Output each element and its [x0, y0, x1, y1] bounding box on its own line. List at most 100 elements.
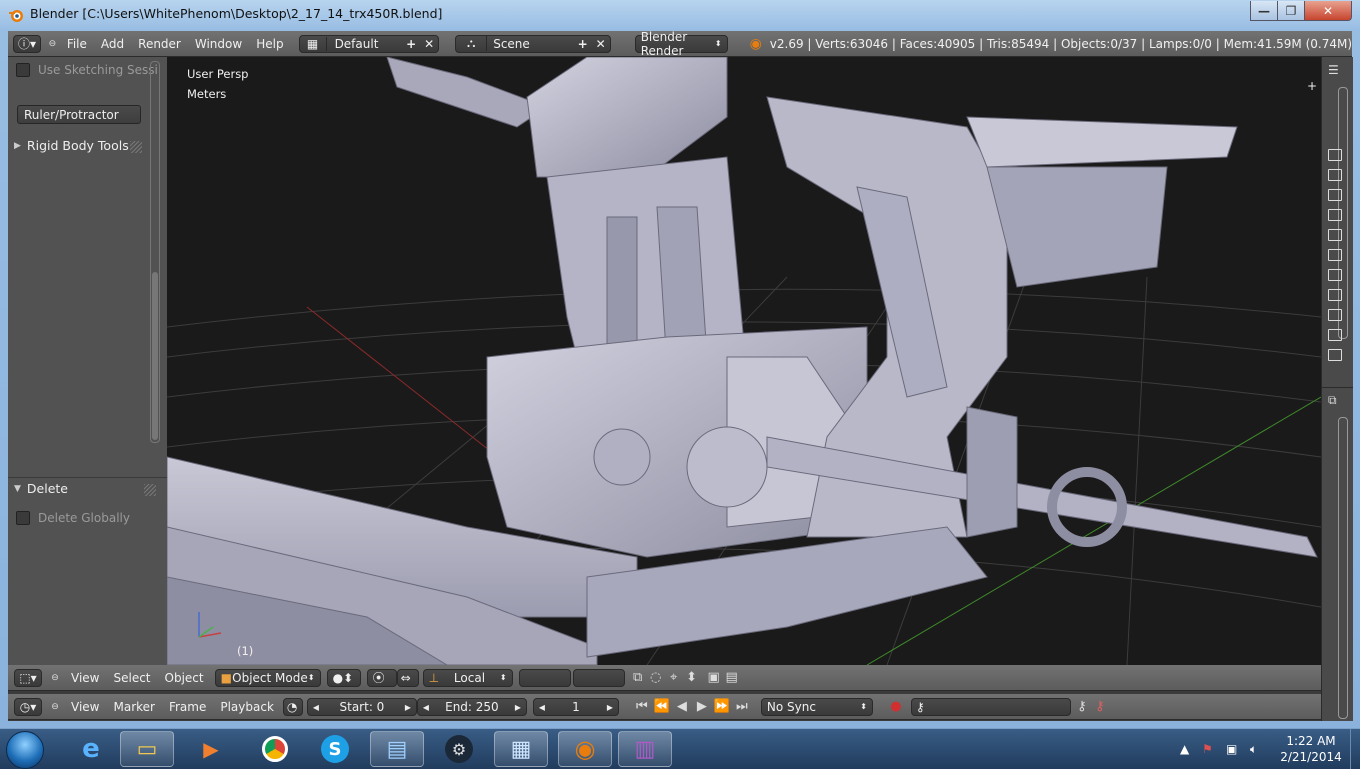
preview-range-toggle[interactable]: ◔ — [282, 697, 303, 716]
use-sketching-checkbox[interactable] — [16, 63, 30, 77]
action-center-icon[interactable]: ⚑ — [1202, 742, 1213, 756]
start-button[interactable] — [6, 731, 44, 769]
viewport-shading-selector[interactable]: ●⬍ — [326, 668, 361, 687]
menu-add[interactable]: Add — [94, 37, 131, 51]
object-visibility-icon[interactable] — [1328, 229, 1342, 241]
panel-grip-icon[interactable] — [130, 141, 142, 153]
use-sketching-row[interactable]: Use Sketching Sessi — [16, 63, 158, 77]
play-icon[interactable]: ▶ — [693, 698, 711, 716]
transform-orientation-selector[interactable]: ⊥ Local ⬍ — [422, 668, 513, 687]
scrollbar-thumb[interactable] — [152, 272, 158, 440]
decrement-arrow-icon[interactable]: ◂ — [313, 700, 319, 714]
close-button[interactable]: ✕ — [1304, 1, 1352, 21]
proportional-edit-icon[interactable]: ◌ — [647, 669, 665, 687]
editor-type-timeline[interactable]: ◷▾ — [14, 697, 42, 716]
menu-window[interactable]: Window — [188, 37, 249, 51]
jump-keyframe-back-icon[interactable]: ⏪ — [653, 698, 671, 716]
start-frame-field[interactable]: ◂ Start: 0 ▸ — [306, 697, 417, 716]
3d-viewport[interactable]: User Persp Meters (1) + — [167, 57, 1321, 665]
record-keyframes-icon[interactable]: ● — [887, 698, 905, 716]
screen-layout-name[interactable]: Default — [327, 37, 403, 51]
scene-name[interactable]: Scene — [487, 37, 573, 51]
pivot-point-selector[interactable]: ⦿ — [366, 668, 397, 687]
render-engine-selector[interactable]: Blender Render ⬍ — [634, 30, 728, 58]
title-bar[interactable]: Blender [C:\Users\WhitePhenom\Desktop\2_… — [0, 0, 1360, 30]
play-reverse-icon[interactable]: ◀ — [673, 698, 691, 716]
ruler-protractor-button[interactable]: Ruler/Protractor — [17, 105, 141, 124]
menu-select[interactable]: Select — [106, 671, 157, 685]
snap-icon[interactable]: ⌖ — [665, 669, 683, 687]
current-frame-field[interactable]: ◂ 1 ▸ — [532, 697, 619, 716]
object-visibility-icon[interactable] — [1328, 309, 1342, 321]
insert-keyframe-icon[interactable]: ⚷ — [1073, 698, 1091, 716]
sync-mode-selector[interactable]: No Sync ⬍ — [760, 697, 873, 716]
menu-file[interactable]: File — [60, 37, 94, 51]
object-visibility-icon[interactable] — [1328, 289, 1342, 301]
tool-shelf-scrollbar[interactable] — [150, 61, 160, 443]
viewport-scene[interactable] — [167, 57, 1321, 665]
add-scene-icon[interactable]: + — [574, 37, 592, 51]
keying-set-field[interactable]: ⚷ — [910, 697, 1071, 716]
object-visibility-icon[interactable] — [1328, 149, 1342, 161]
properties-scrollbar[interactable] — [1338, 417, 1348, 719]
decrement-arrow-icon[interactable]: ◂ — [423, 700, 429, 714]
add-screen-icon[interactable]: + — [402, 37, 420, 51]
internet-explorer-icon[interactable]: e — [64, 731, 118, 767]
editor-type-3d-view[interactable]: ⬚▾ — [14, 668, 42, 687]
jump-keyframe-forward-icon[interactable]: ⏩ — [713, 698, 731, 716]
file-explorer-icon[interactable]: ▭ — [120, 731, 174, 767]
delete-panel-header[interactable]: ▼ Delete — [14, 481, 68, 496]
remove-scene-icon[interactable]: ✕ — [592, 37, 610, 51]
lock-layers-icon[interactable]: ⧉ — [629, 669, 647, 687]
collapse-menus-icon[interactable]: ⊖ — [46, 669, 64, 687]
end-frame-field[interactable]: ◂ End: 250 ▸ — [416, 697, 527, 716]
snap-element-icon[interactable]: ⬍ — [683, 669, 701, 687]
control-panel-icon[interactable]: ▦ — [494, 731, 548, 767]
manipulator-toggle[interactable]: ⇔ — [396, 668, 419, 687]
menu-frame[interactable]: Frame — [162, 700, 213, 714]
skype-icon[interactable]: S — [308, 731, 362, 767]
object-visibility-icon[interactable] — [1328, 249, 1342, 261]
system-clock[interactable]: 1:22 AM 2/21/2014 — [1276, 733, 1346, 765]
scene-selector[interactable]: ⛬ Scene + ✕ — [455, 34, 611, 53]
object-visibility-icon[interactable] — [1328, 329, 1342, 341]
properties-toggle-icon[interactable]: + — [1307, 79, 1317, 93]
object-visibility-icon[interactable] — [1328, 189, 1342, 201]
show-hidden-icons-icon[interactable]: ▲ — [1180, 742, 1189, 756]
properties-editor-icon[interactable]: ⧉ — [1328, 393, 1337, 408]
remove-screen-icon[interactable]: ✕ — [420, 37, 438, 51]
object-visibility-icon[interactable] — [1328, 269, 1342, 281]
menu-help[interactable]: Help — [249, 37, 290, 51]
object-visibility-icon[interactable] — [1328, 349, 1342, 361]
object-visibility-icon[interactable] — [1328, 169, 1342, 181]
delete-globally-row[interactable]: Delete Globally — [16, 511, 130, 525]
minimize-button[interactable]: — — [1250, 1, 1278, 21]
rigid-body-tools-panel-header[interactable]: ▶ Rigid Body Tools — [14, 138, 129, 153]
increment-arrow-icon[interactable]: ▸ — [405, 700, 411, 714]
jump-start-icon[interactable]: ⏮ — [633, 698, 651, 716]
decrement-arrow-icon[interactable]: ◂ — [539, 700, 545, 714]
delete-globally-checkbox[interactable] — [16, 511, 30, 525]
maximize-button[interactable]: ❐ — [1277, 1, 1305, 21]
blender-taskbar-icon[interactable]: ◉ — [558, 731, 612, 767]
delete-keyframe-icon[interactable]: ⚷ — [1091, 698, 1109, 716]
chrome-icon[interactable] — [248, 731, 302, 767]
increment-arrow-icon[interactable]: ▸ — [515, 700, 521, 714]
jump-end-icon[interactable]: ⏭ — [733, 698, 751, 716]
media-player-icon[interactable]: ▶ — [184, 731, 238, 767]
render-opengl-icon[interactable]: ▣ — [705, 669, 723, 687]
menu-playback[interactable]: Playback — [213, 700, 281, 714]
outliner-editor-icon[interactable]: ☰ — [1328, 63, 1339, 77]
screen-layout-selector[interactable]: ▦ Default + ✕ — [298, 34, 440, 53]
scene-layers-2[interactable] — [572, 668, 625, 687]
network-icon[interactable]: ▣ — [1226, 742, 1237, 756]
winrar-icon[interactable]: ▥ — [618, 731, 672, 767]
menu-view[interactable]: View — [64, 700, 106, 714]
photo-viewer-icon[interactable]: ▤ — [370, 731, 424, 767]
menu-view[interactable]: View — [64, 671, 106, 685]
collapse-menus-icon[interactable]: ⊖ — [46, 698, 64, 716]
render-animation-icon[interactable]: ▤ — [723, 669, 741, 687]
mode-selector[interactable]: ■ Object Mode ⬍ — [214, 668, 321, 687]
show-desktop-button[interactable] — [1350, 729, 1360, 769]
menu-object[interactable]: Object — [158, 671, 211, 685]
